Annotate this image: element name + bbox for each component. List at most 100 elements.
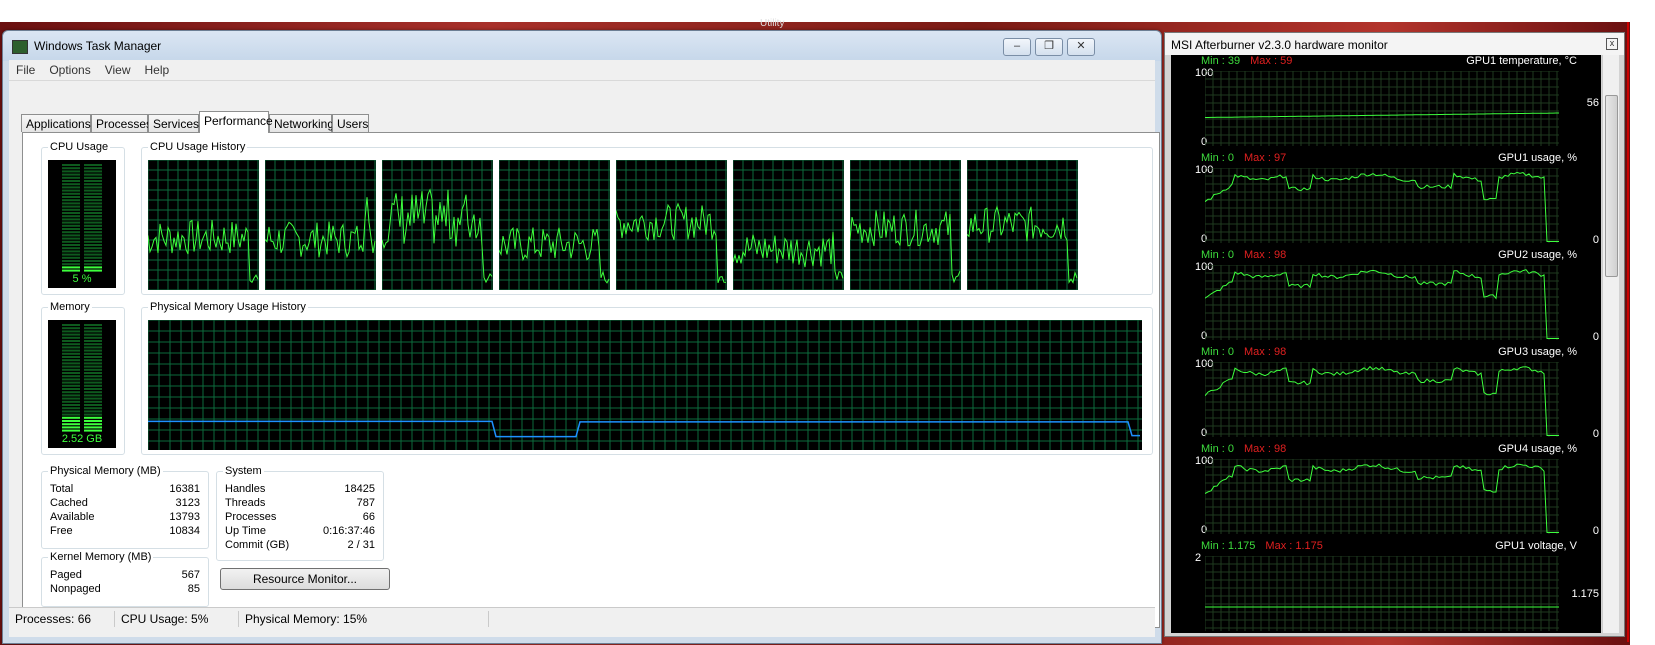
resource-monitor-button[interactable]: Resource Monitor...	[220, 568, 390, 590]
memory-usage-line	[148, 420, 1140, 438]
row-key: Up Time	[225, 525, 266, 537]
meter-segment	[84, 349, 102, 352]
scrollbar-thumb[interactable]	[1605, 95, 1618, 277]
meter-segment	[84, 218, 102, 221]
meter-segment	[62, 324, 80, 326]
meter-segment	[62, 256, 80, 259]
min-value: Min : 1.175	[1201, 540, 1256, 552]
current-value: 0	[1592, 331, 1599, 343]
status-physical-memory: Physical Memory: 15%	[239, 611, 489, 627]
meter-segment	[84, 269, 102, 272]
tab-applications[interactable]: Applications	[21, 114, 91, 132]
minimize-button[interactable]: –	[1003, 38, 1031, 56]
meter-segment	[62, 170, 80, 173]
min-value: Min : 0	[1201, 346, 1235, 358]
meter-segment	[84, 231, 102, 234]
tab-processes[interactable]: Processes	[91, 114, 152, 132]
meter-segment	[84, 327, 102, 330]
menu-options[interactable]: Options	[42, 60, 97, 80]
window-title: Windows Task Manager	[34, 39, 162, 53]
title-bar[interactable]: Windows Task Manager – ❐ ✕	[3, 31, 1161, 61]
afterburner-scrollbar[interactable]	[1602, 55, 1619, 633]
meter-segment	[84, 394, 102, 397]
meter-segment	[62, 208, 80, 211]
monitor-line	[1205, 112, 1559, 118]
cpu-usage-line	[616, 202, 727, 283]
memory-value: 2.52 GB	[61, 433, 103, 445]
meter-segment	[84, 266, 102, 269]
row-value: 85	[187, 583, 200, 595]
meter-segment	[84, 333, 102, 336]
meter-segment	[62, 202, 80, 205]
cpu-history-group: CPU Usage History	[141, 140, 1153, 295]
afterburner-title: MSI Afterburner v2.3.0 hardware monitor	[1171, 38, 1388, 52]
meter-segment	[62, 260, 80, 262]
restore-button[interactable]: ❐	[1035, 38, 1063, 56]
meter-segment	[62, 173, 80, 176]
meter-segment	[84, 253, 102, 256]
afterburner-close-icon[interactable]: x	[1606, 38, 1618, 50]
min-max-readout: Min : 1.175 Max : 1.175	[1201, 540, 1323, 552]
meter-segment	[62, 215, 80, 218]
row-value: 567	[181, 569, 200, 581]
meter-segment	[62, 407, 80, 410]
min-value: Min : 0	[1201, 443, 1235, 455]
monitor-graph	[1205, 459, 1559, 534]
meter-segment	[84, 244, 102, 246]
monitor-line	[1205, 171, 1559, 242]
meter-segment	[84, 423, 102, 426]
cpu-usage-value: 5 %	[72, 273, 92, 285]
menu-file[interactable]: File	[9, 60, 42, 80]
monitor-panel: Min : 39 Max : 59 GPU1 temperature, °C 100 0…	[1171, 55, 1601, 152]
meter-segment	[84, 404, 102, 406]
tab-networking[interactable]: Networking	[269, 114, 334, 132]
meter-segment	[84, 164, 102, 166]
meter-segment	[62, 426, 80, 429]
meter-segment	[84, 429, 102, 432]
row-key: Processes	[225, 511, 277, 523]
meter-segment	[62, 196, 80, 198]
cpu-core-graph	[382, 160, 493, 290]
meter-segment	[84, 256, 102, 259]
meter-segment	[62, 263, 80, 266]
memory-label: Memory	[48, 300, 92, 314]
meter-segment	[84, 410, 102, 413]
row-value: 0:16:37:46	[323, 525, 375, 537]
monitor-graph	[1205, 556, 1559, 631]
meter-segment	[84, 176, 102, 179]
menu-help[interactable]: Help	[138, 60, 177, 80]
meter-segment	[62, 333, 80, 336]
current-value: 1.175	[1571, 588, 1599, 600]
meter-segment	[62, 330, 80, 333]
tab-users[interactable]: Users	[332, 114, 369, 132]
background-window-title: Utility	[760, 18, 785, 29]
meter-segment	[62, 397, 80, 400]
meter-segment	[62, 266, 80, 269]
meter-segment	[84, 263, 102, 266]
system-uptime-row: Up Time 0:16:37:46	[225, 524, 375, 538]
meter-segment	[62, 359, 80, 362]
close-button[interactable]: ✕	[1067, 38, 1095, 56]
monitor-graph	[1205, 71, 1559, 146]
tab-performance[interactable]: Performance	[199, 111, 273, 133]
meter-segment	[62, 231, 80, 234]
tab-services[interactable]: Services	[148, 114, 199, 132]
cpu-usage-line	[850, 209, 961, 284]
menu-view[interactable]: View	[98, 60, 138, 80]
monitor-line	[1205, 365, 1559, 436]
row-key: Nonpaged	[50, 583, 101, 595]
meter-segment	[62, 336, 80, 339]
status-cpu-usage: CPU Usage: 5%	[115, 611, 239, 627]
cpu-core-graph	[850, 160, 961, 290]
system-label: System	[223, 464, 264, 478]
system-processes-row: Processes 66	[225, 510, 375, 524]
meter-segment	[62, 253, 80, 256]
panel-title: GPU2 usage, %	[1498, 249, 1577, 261]
meter-segment	[62, 356, 80, 358]
meter-segment	[62, 212, 80, 214]
max-value: Max : 98	[1244, 346, 1287, 358]
meter-segment	[84, 186, 102, 189]
meter-segment	[84, 336, 102, 339]
afterburner-title-bar[interactable]: MSI Afterburner v2.3.0 hardware monitor …	[1165, 33, 1624, 55]
meter-segment	[62, 224, 80, 227]
